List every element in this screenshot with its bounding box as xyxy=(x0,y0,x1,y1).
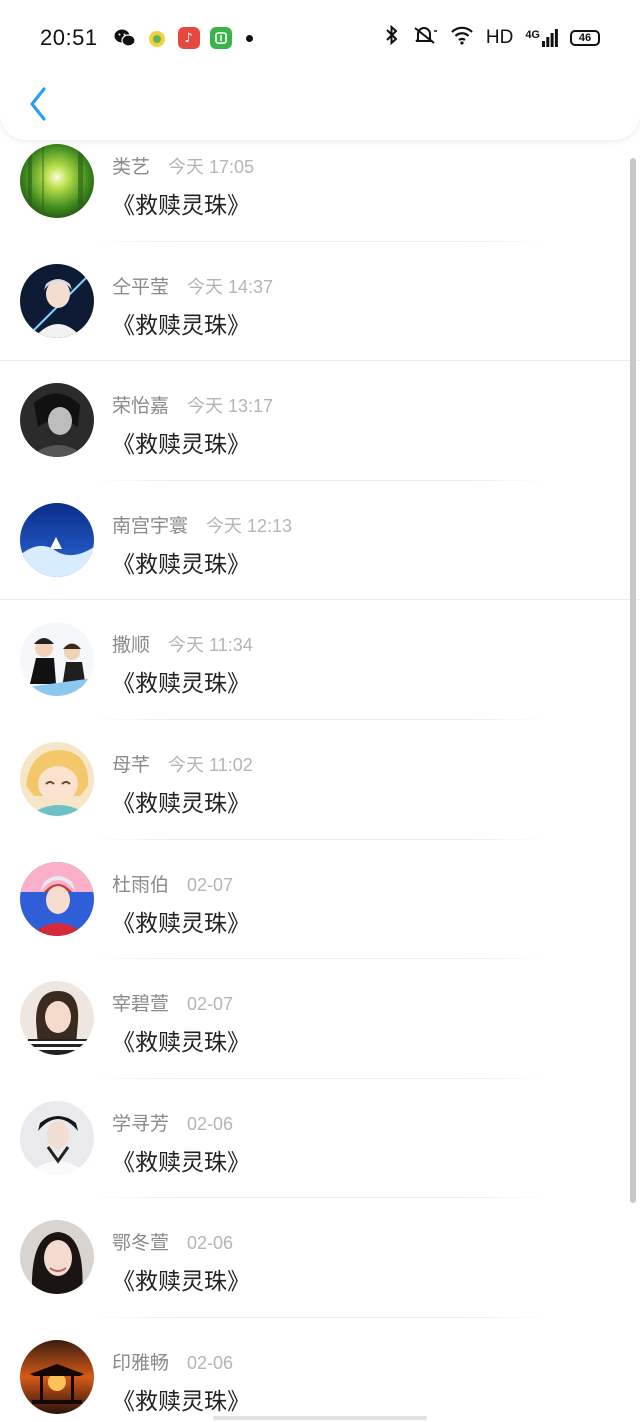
back-button[interactable] xyxy=(20,84,56,124)
message-text: 《救赎灵珠》 xyxy=(112,551,250,578)
battery-icon: 46 xyxy=(570,30,600,46)
message-meta: 类艺 今天 17:05 xyxy=(112,152,254,179)
list-item[interactable]: 学寻芳 02-06 《救赎灵珠》 xyxy=(0,1079,640,1199)
avatar[interactable] xyxy=(20,502,94,577)
signal-label: 4G xyxy=(525,29,540,41)
mute-icon xyxy=(412,25,438,51)
message-text: 《救赎灵珠》 xyxy=(112,1030,250,1057)
message-meta: 印雅畅 02-06 xyxy=(112,1348,233,1375)
wechat-icon xyxy=(114,27,136,49)
status-bar: 20:51 ♪ HD 4G 46 xyxy=(0,0,640,76)
app-yellow-icon xyxy=(146,27,168,49)
list-item[interactable]: 类艺 今天 17:05 《救赎灵珠》 xyxy=(0,122,640,242)
message-meta: 杜雨伯 02-07 xyxy=(112,870,233,897)
avatar[interactable] xyxy=(20,741,94,816)
sender-name: 类艺 xyxy=(112,156,151,178)
message-time: 今天 12:13 xyxy=(206,515,293,536)
message-time: 02-07 xyxy=(187,994,234,1015)
message-text: 《救赎灵珠》 xyxy=(112,432,250,459)
message-meta: 鄂冬萱 02-06 xyxy=(112,1228,233,1255)
sender-name: 宰碧萱 xyxy=(112,993,170,1016)
message-meta: 南宫宇寰 今天 12:13 xyxy=(112,511,292,538)
message-text: 《救赎灵珠》 xyxy=(112,910,250,937)
music-app-icon: ♪ xyxy=(177,27,200,49)
more-notifications-dot xyxy=(245,34,253,42)
sender-name: 学寻芳 xyxy=(112,1112,170,1135)
message-time: 02-06 xyxy=(187,1113,234,1134)
avatar[interactable] xyxy=(20,263,94,338)
avatar[interactable] xyxy=(20,1220,94,1295)
message-time: 02-07 xyxy=(187,874,234,895)
list-item[interactable]: 母芊 今天 11:02 《救赎灵珠》 xyxy=(0,720,640,840)
list-item[interactable]: 印雅畅 02-06 《救赎灵珠》 xyxy=(0,1318,640,1422)
wifi-icon xyxy=(450,25,474,51)
avatar[interactable] xyxy=(20,1100,94,1175)
sender-name: 南宫宇寰 xyxy=(112,514,189,537)
chevron-left-icon xyxy=(30,87,46,121)
avatar[interactable] xyxy=(20,144,94,218)
avatar[interactable] xyxy=(20,1339,94,1414)
message-meta: 荣怡嘉 今天 13:17 xyxy=(112,391,273,418)
message-time: 02-06 xyxy=(187,1233,234,1254)
avatar[interactable] xyxy=(20,383,94,458)
list-item[interactable]: 撒顺 今天 11:34 《救赎灵珠》 xyxy=(0,600,640,720)
message-time: 今天 17:05 xyxy=(168,157,255,177)
message-meta: 仝平莹 今天 14:37 xyxy=(112,272,273,299)
green-app-icon xyxy=(209,27,232,49)
screen: 20:51 ♪ HD 4G 46 类艺 今天 17:05 《救赎灵珠》 仝平莹 … xyxy=(0,0,640,1422)
message-text: 《救赎灵珠》 xyxy=(112,312,250,339)
sender-name: 鄂冬萱 xyxy=(112,1232,170,1255)
message-text: 《救赎灵珠》 xyxy=(112,1149,250,1176)
message-meta: 撒顺 今天 11:34 xyxy=(112,630,253,657)
message-text: 《救赎灵珠》 xyxy=(112,671,250,698)
notification-icons: ♪ xyxy=(114,27,253,49)
sender-name: 杜雨伯 xyxy=(112,873,170,896)
list-item[interactable]: 仝平莹 今天 14:37 《救赎灵珠》 xyxy=(0,242,640,362)
message-time: 今天 13:17 xyxy=(187,396,274,417)
message-meta: 母芊 今天 11:02 xyxy=(112,750,253,777)
list-item[interactable]: 鄂冬萱 02-06 《救赎灵珠》 xyxy=(0,1198,640,1318)
message-text: 《救赎灵珠》 xyxy=(112,1388,250,1415)
signal-icon: 4G xyxy=(525,29,558,47)
avatar[interactable] xyxy=(20,622,94,697)
sender-name: 印雅畅 xyxy=(112,1351,170,1374)
message-time: 今天 11:02 xyxy=(168,754,253,775)
sender-name: 撒顺 xyxy=(112,634,151,657)
message-meta: 学寻芳 02-06 xyxy=(112,1109,233,1136)
list-item[interactable]: 宰碧萱 02-07 《救赎灵珠》 xyxy=(0,959,640,1079)
message-time: 今天 14:37 xyxy=(187,276,274,297)
message-text: 《救赎灵珠》 xyxy=(112,193,250,219)
scrollbar[interactable] xyxy=(630,158,636,1203)
bluetooth-icon xyxy=(384,24,400,51)
list-item[interactable]: 杜雨伯 02-07 《救赎灵珠》 xyxy=(0,840,640,960)
message-time: 02-06 xyxy=(187,1352,234,1373)
home-indicator[interactable] xyxy=(213,1416,427,1420)
network-label: HD xyxy=(485,27,514,48)
message-list: 类艺 今天 17:05 《救赎灵珠》 仝平莹 今天 14:37 《救赎灵珠》 荣… xyxy=(0,122,640,1422)
message-time: 今天 11:34 xyxy=(168,635,253,656)
message-meta: 宰碧萱 02-07 xyxy=(112,989,233,1016)
sender-name: 荣怡嘉 xyxy=(112,395,170,418)
status-right: HD 4G 46 xyxy=(384,24,600,51)
status-time: 20:51 xyxy=(40,25,98,50)
sender-name: 仝平莹 xyxy=(112,275,170,298)
list-item[interactable]: 荣怡嘉 今天 13:17 《救赎灵珠》 xyxy=(0,361,640,481)
message-text: 《救赎灵珠》 xyxy=(112,790,250,817)
sender-name: 母芊 xyxy=(112,753,151,776)
avatar[interactable] xyxy=(20,861,94,936)
list-item[interactable]: 南宫宇寰 今天 12:13 《救赎灵珠》 xyxy=(0,481,640,601)
avatar[interactable] xyxy=(20,981,94,1056)
header-bar: 20:51 ♪ HD 4G 46 xyxy=(0,0,640,140)
message-text: 《救赎灵珠》 xyxy=(112,1269,250,1296)
